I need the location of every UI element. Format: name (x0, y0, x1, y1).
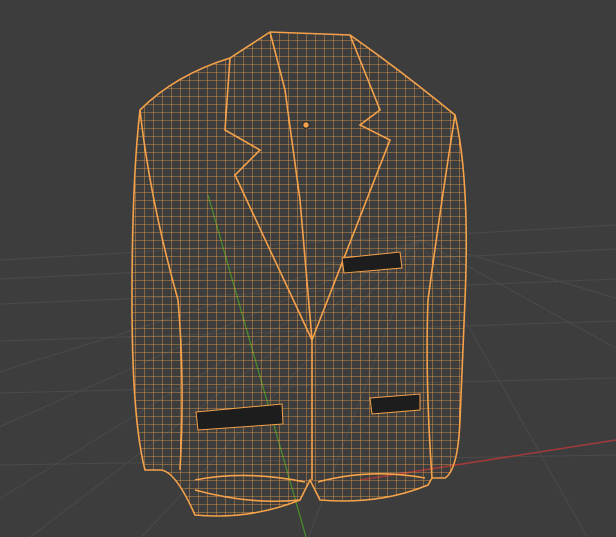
3d-viewport[interactable] (0, 0, 616, 537)
object-origin-dot[interactable] (302, 121, 310, 129)
wireframe-scene[interactable] (0, 0, 616, 537)
mesh-faces (132, 32, 467, 516)
suit-jacket-mesh[interactable] (120, 20, 480, 530)
